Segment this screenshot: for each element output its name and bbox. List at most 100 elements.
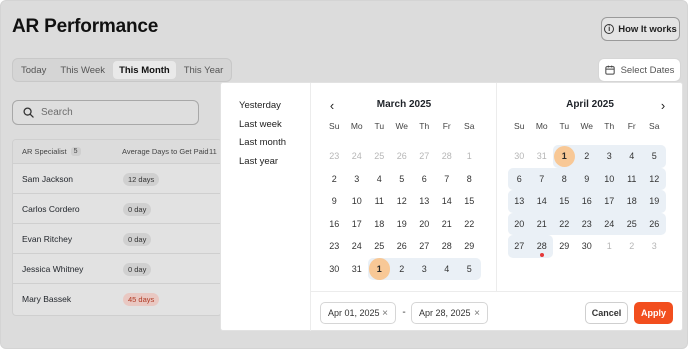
calendar-day[interactable]: 18 [368, 213, 391, 236]
preset-last-year[interactable]: Last year [221, 153, 310, 172]
calendar-day[interactable]: 4 [620, 145, 643, 168]
close-icon[interactable]: × [382, 308, 388, 319]
preset-last-month[interactable]: Last month [221, 134, 310, 153]
calendar-day[interactable]: 17 [598, 190, 621, 213]
calendar-day[interactable]: 7 [436, 168, 459, 191]
preset-last-week[interactable]: Last week [221, 116, 310, 135]
calendar-day[interactable]: 1 [368, 257, 391, 280]
calendar-day[interactable]: 29 [458, 235, 481, 258]
end-date-input[interactable]: Apr 28, 2025 × [411, 302, 488, 324]
calendar-day[interactable]: 30 [323, 258, 346, 281]
calendar-day[interactable]: 4 [368, 168, 391, 191]
calendar-day[interactable]: 31 [346, 258, 369, 281]
calendar-day[interactable]: 11 [368, 190, 391, 213]
calendar-day[interactable]: 28 [436, 145, 459, 168]
calendar-day[interactable]: 25 [368, 235, 391, 258]
calendar-day[interactable]: 24 [346, 235, 369, 258]
close-icon[interactable]: × [474, 308, 480, 319]
how-it-works-button[interactable]: i How It works [601, 17, 680, 41]
calendar-day[interactable]: 10 [346, 190, 369, 213]
calendar-day[interactable]: 9 [323, 190, 346, 213]
calendar-day[interactable]: 11 [620, 167, 643, 190]
calendar-day[interactable]: 24 [598, 212, 621, 235]
calendar-day[interactable]: 9 [575, 167, 598, 190]
calendar-day[interactable]: 26 [391, 235, 414, 258]
calendar-day[interactable]: 1 [458, 145, 481, 168]
calendar-day[interactable]: 22 [458, 213, 481, 236]
calendar-day[interactable]: 22 [553, 212, 576, 235]
preset-yesterday[interactable]: Yesterday [221, 97, 310, 116]
calendar-day[interactable]: 17 [346, 213, 369, 236]
table-row[interactable]: Mary Bassek 45 days [13, 284, 221, 314]
calendar-day[interactable]: 4 [435, 257, 458, 280]
calendar-day[interactable]: 2 [323, 168, 346, 191]
calendar-day[interactable]: 25 [368, 145, 391, 168]
calendar-day[interactable]: 26 [391, 145, 414, 168]
column-header-extra[interactable]: 11 [209, 147, 217, 156]
calendar-day[interactable]: 1 [553, 145, 576, 168]
calendar-day[interactable]: 1 [598, 235, 621, 258]
calendar-day[interactable]: 21 [436, 213, 459, 236]
tab-this-year[interactable]: This Year [178, 61, 230, 79]
calendar-day[interactable]: 10 [598, 167, 621, 190]
calendar-day[interactable]: 23 [323, 235, 346, 258]
calendar-day[interactable]: 3 [413, 257, 436, 280]
calendar-day[interactable]: 5 [391, 168, 414, 191]
calendar-day[interactable]: 25 [620, 212, 643, 235]
calendar-day[interactable]: 21 [530, 212, 553, 235]
select-dates-button[interactable]: Select Dates [598, 58, 681, 82]
calendar-day[interactable]: 12 [391, 190, 414, 213]
calendar-day[interactable]: 6 [508, 167, 531, 190]
tab-this-month[interactable]: This Month [113, 61, 176, 79]
search-input[interactable]: Search [12, 100, 199, 125]
calendar-day[interactable]: 3 [598, 145, 621, 168]
calendar-day[interactable]: 5 [643, 145, 666, 168]
calendar-day[interactable]: 2 [390, 257, 413, 280]
table-row[interactable]: Jessica Whitney 0 day [13, 254, 221, 284]
calendar-day[interactable]: 13 [508, 190, 531, 213]
calendar-day[interactable]: 8 [553, 167, 576, 190]
calendar-day[interactable]: 31 [531, 145, 554, 168]
calendar-day[interactable]: 14 [530, 190, 553, 213]
calendar-day[interactable]: 26 [643, 212, 666, 235]
calendar-day[interactable]: 7 [530, 167, 553, 190]
calendar-day[interactable]: 14 [436, 190, 459, 213]
calendar-day[interactable]: 3 [346, 168, 369, 191]
calendar-day[interactable]: 20 [508, 212, 531, 235]
calendar-day[interactable]: 6 [413, 168, 436, 191]
calendar-day[interactable]: 30 [576, 235, 599, 258]
calendar-day[interactable]: 27 [413, 145, 436, 168]
table-row[interactable]: Sam Jackson 12 days [13, 164, 221, 194]
calendar-day[interactable]: 28 [530, 235, 553, 258]
calendar-day[interactable]: 28 [436, 235, 459, 258]
calendar-day[interactable]: 12 [643, 167, 666, 190]
calendar-day[interactable]: 5 [458, 257, 481, 280]
calendar-day[interactable]: 23 [323, 145, 346, 168]
table-row[interactable]: Evan Ritchey 0 day [13, 224, 221, 254]
calendar-day[interactable]: 16 [575, 190, 598, 213]
calendar-day[interactable]: 19 [643, 190, 666, 213]
start-date-input[interactable]: Apr 01, 2025 × [320, 302, 396, 324]
calendar-day[interactable]: 30 [508, 145, 531, 168]
calendar-day[interactable]: 20 [413, 213, 436, 236]
calendar-day[interactable]: 29 [553, 235, 576, 258]
calendar-day[interactable]: 15 [553, 190, 576, 213]
calendar-day[interactable]: 2 [621, 235, 644, 258]
tab-today[interactable]: Today [15, 61, 52, 79]
calendar-day[interactable]: 23 [575, 212, 598, 235]
calendar-day[interactable]: 27 [508, 235, 531, 258]
calendar-day[interactable]: 8 [458, 168, 481, 191]
column-header-specialist[interactable]: AR Specialist 5 [13, 147, 113, 156]
calendar-day[interactable]: 24 [346, 145, 369, 168]
tab-this-week[interactable]: This Week [54, 61, 111, 79]
calendar-day[interactable]: 27 [413, 235, 436, 258]
apply-button[interactable]: Apply [634, 302, 673, 324]
calendar-day[interactable]: 2 [575, 145, 598, 168]
calendar-day[interactable]: 13 [413, 190, 436, 213]
table-row[interactable]: Carlos Cordero 0 day [13, 194, 221, 224]
calendar-day[interactable]: 18 [620, 190, 643, 213]
calendar-day[interactable]: 3 [643, 235, 666, 258]
cancel-button[interactable]: Cancel [585, 302, 628, 324]
calendar-day[interactable]: 19 [391, 213, 414, 236]
calendar-day[interactable]: 15 [458, 190, 481, 213]
